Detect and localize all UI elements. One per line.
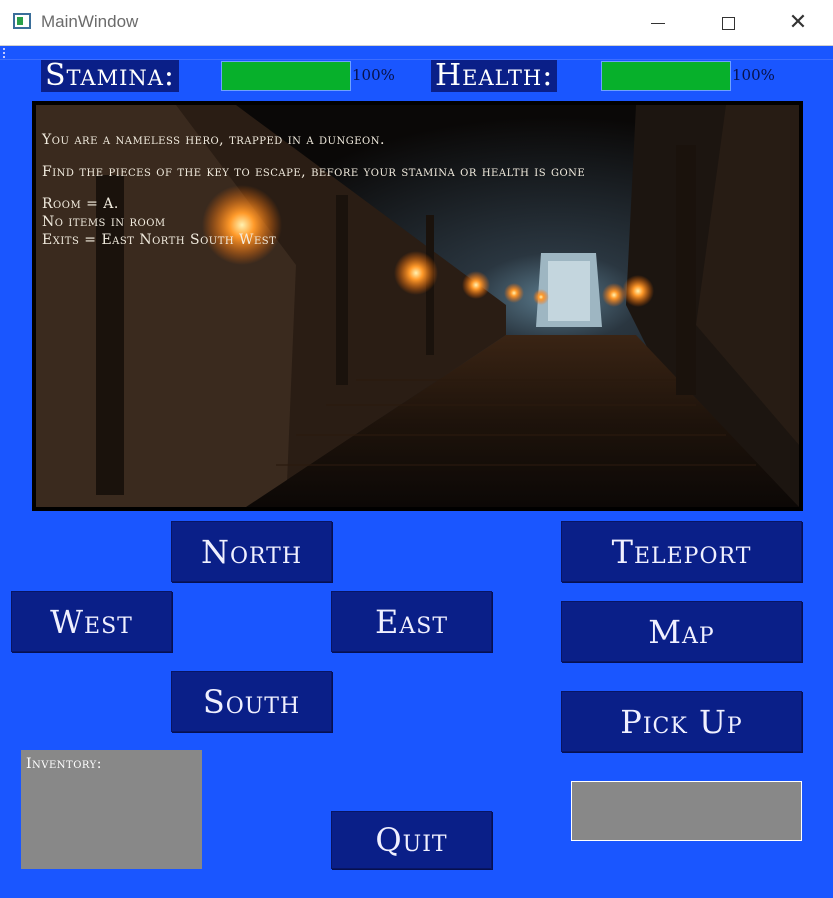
minimize-icon	[651, 22, 665, 24]
pick-up-button[interactable]: Pick Up	[561, 691, 802, 752]
map-button[interactable]: Map	[561, 601, 802, 662]
close-icon: ✕	[788, 10, 808, 35]
teleport-button[interactable]: Teleport	[561, 521, 802, 582]
intro-text: You are a nameless hero, trapped in a du…	[42, 132, 385, 148]
west-button[interactable]: West	[11, 591, 172, 652]
title-bar[interactable]: MainWindow ✕	[0, 0, 833, 46]
stamina-label: Stamina:	[41, 60, 180, 92]
item-input-box[interactable]	[571, 781, 802, 841]
minimize-button[interactable]	[623, 0, 693, 46]
inventory-panel[interactable]: Inventory:	[21, 750, 202, 869]
inventory-label: Inventory:	[26, 756, 102, 772]
story-text: You are a nameless hero, trapped in a du…	[42, 131, 753, 249]
stamina-bar	[221, 61, 351, 91]
north-button[interactable]: North	[171, 521, 332, 582]
east-button[interactable]: East	[331, 591, 492, 652]
stamina-bar-fill	[222, 62, 350, 90]
toolbar-grip[interactable]	[3, 48, 5, 58]
health-percent: 100%	[732, 66, 775, 84]
room-text: Room = A.	[42, 196, 119, 212]
close-button[interactable]: ✕	[763, 0, 833, 46]
exits-text: Exits = East North South West	[42, 232, 277, 248]
quit-button[interactable]: Quit	[331, 811, 492, 869]
maximize-icon	[721, 16, 735, 30]
health-label: Health:	[431, 60, 558, 92]
app-window-icon	[13, 13, 31, 29]
health-bar	[601, 61, 731, 91]
stamina-percent: 100%	[352, 66, 395, 84]
maximize-button[interactable]	[693, 0, 763, 46]
window-title: MainWindow	[41, 12, 139, 31]
south-button[interactable]: South	[171, 671, 332, 732]
items-text: No items in room	[42, 214, 166, 230]
health-bar-fill	[602, 62, 730, 90]
scene-panel: You are a nameless hero, trapped in a du…	[32, 101, 803, 511]
objective-text: Find the pieces of the key to escape, be…	[42, 164, 586, 180]
